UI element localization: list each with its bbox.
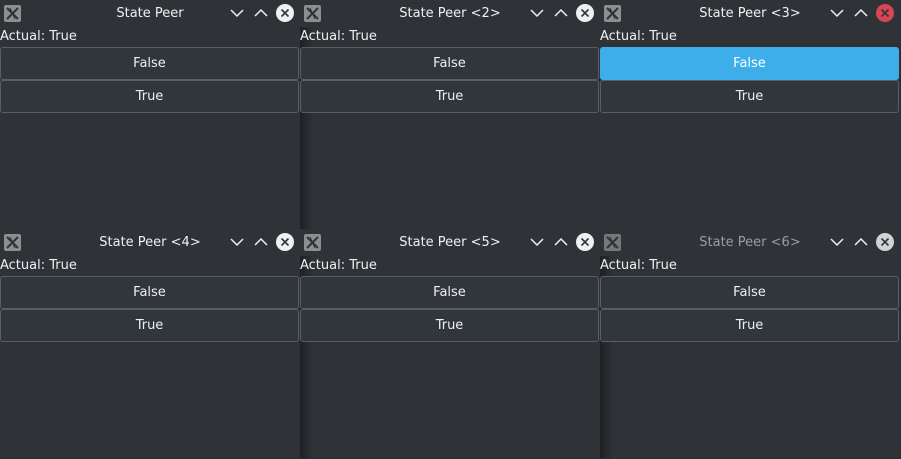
true-button[interactable]: True [600, 309, 899, 342]
window-state-peer-3: State Peer <3> Actual: True False True [600, 0, 900, 229]
window-title: State Peer <4> [99, 235, 201, 250]
titlebar[interactable]: State Peer <2> [300, 0, 600, 27]
x-app-icon[interactable] [604, 234, 621, 251]
actual-state-label: Actual: True [600, 258, 677, 273]
window-title: State Peer <3> [699, 6, 801, 21]
window-title: State Peer <6> [699, 235, 801, 250]
true-button[interactable]: True [300, 309, 599, 342]
false-button[interactable]: False [600, 47, 899, 80]
x-app-icon[interactable] [304, 5, 321, 22]
chevron-up-icon[interactable] [852, 233, 870, 251]
chevron-down-icon[interactable] [828, 4, 846, 22]
titlebar[interactable]: State Peer <6> [600, 229, 900, 256]
window-state-peer-6: State Peer <6> Actual: True False True [600, 229, 900, 458]
chevron-up-icon[interactable] [852, 4, 870, 22]
titlebar[interactable]: State Peer [0, 0, 300, 27]
false-button[interactable]: False [300, 276, 599, 309]
close-icon[interactable] [876, 233, 894, 251]
window-state-peer-5: State Peer <5> Actual: True False True [300, 229, 600, 458]
actual-state-label: Actual: True [0, 258, 77, 273]
window-title: State Peer [116, 6, 184, 21]
true-button[interactable]: True [300, 80, 599, 113]
chevron-down-icon[interactable] [528, 4, 546, 22]
actual-state-label: Actual: True [300, 258, 377, 273]
actual-state-label: Actual: True [300, 29, 377, 44]
x-app-icon[interactable] [304, 234, 321, 251]
chevron-up-icon[interactable] [552, 4, 570, 22]
chevron-down-icon[interactable] [828, 233, 846, 251]
x-app-icon[interactable] [4, 234, 21, 251]
close-icon[interactable] [576, 4, 594, 22]
actual-state-label: Actual: True [600, 29, 677, 44]
false-button[interactable]: False [300, 47, 599, 80]
true-button[interactable]: True [0, 309, 299, 342]
close-icon[interactable] [276, 4, 294, 22]
true-button[interactable]: True [600, 80, 899, 113]
chevron-up-icon[interactable] [552, 233, 570, 251]
false-button[interactable]: False [600, 276, 899, 309]
x-app-icon[interactable] [4, 5, 21, 22]
false-button[interactable]: False [0, 276, 299, 309]
chevron-up-icon[interactable] [252, 4, 270, 22]
window-state-peer-1: State Peer Actual: True False True [0, 0, 300, 229]
true-button[interactable]: True [0, 80, 299, 113]
window-title: State Peer <5> [399, 235, 501, 250]
chevron-down-icon[interactable] [228, 233, 246, 251]
titlebar[interactable]: State Peer <4> [0, 229, 300, 256]
window-state-peer-4: State Peer <4> Actual: True False True [0, 229, 300, 458]
x-app-icon[interactable] [604, 5, 621, 22]
close-icon[interactable] [576, 233, 594, 251]
window-title: State Peer <2> [399, 6, 501, 21]
close-icon[interactable] [276, 233, 294, 251]
false-button[interactable]: False [0, 47, 299, 80]
chevron-down-icon[interactable] [528, 233, 546, 251]
titlebar[interactable]: State Peer <5> [300, 229, 600, 256]
actual-state-label: Actual: True [0, 29, 77, 44]
chevron-down-icon[interactable] [228, 4, 246, 22]
chevron-up-icon[interactable] [252, 233, 270, 251]
titlebar[interactable]: State Peer <3> [600, 0, 900, 27]
window-state-peer-2: State Peer <2> Actual: True False True [300, 0, 600, 229]
close-icon[interactable] [876, 4, 894, 22]
